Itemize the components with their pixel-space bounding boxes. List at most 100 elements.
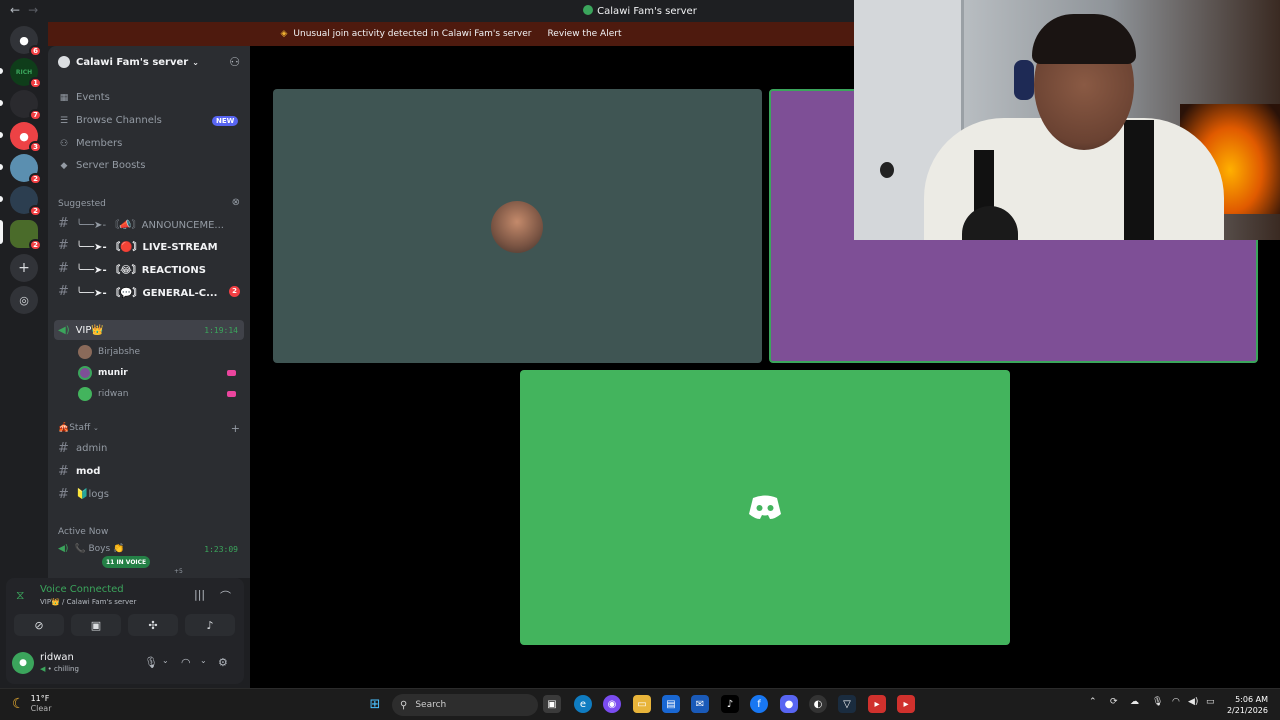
search-icon: ⚲ bbox=[400, 699, 408, 711]
channel-live-stream[interactable]: # ╰──➤‐ 〘🔴〙LIVE-STREAM bbox=[58, 236, 244, 254]
signal-icon[interactable]: ⧖ bbox=[16, 588, 24, 603]
voice-connected-status[interactable]: Voice Connected bbox=[40, 584, 124, 595]
browse-icon: ☰ bbox=[59, 115, 69, 126]
wifi-icon[interactable]: ◠ bbox=[1172, 697, 1180, 707]
menu-events[interactable]: ▦ Events bbox=[58, 92, 110, 103]
windows-start-icon[interactable]: ⊞ bbox=[366, 695, 384, 713]
cloud-icon[interactable]: ☁ bbox=[1130, 697, 1139, 707]
channel-logs[interactable]: # 🔰logs bbox=[58, 485, 244, 503]
activities-icon: ✣ bbox=[148, 618, 158, 632]
headphones-icon[interactable]: ◠ bbox=[181, 656, 191, 669]
notification-badge: 6 bbox=[29, 45, 42, 57]
discord-taskbar-icon[interactable]: ● bbox=[780, 695, 798, 713]
discover-icon[interactable]: ◎ bbox=[10, 286, 38, 314]
settings-gear-icon[interactable]: ⚙ bbox=[218, 656, 228, 669]
voice-location[interactable]: VIP👑 / Calawi Fam's server bbox=[40, 598, 136, 606]
screen-share-icon: ▣ bbox=[90, 618, 102, 632]
disconnect-icon[interactable]: ⌒ bbox=[220, 588, 231, 604]
server-icon bbox=[583, 5, 594, 15]
shield-app-icon[interactable]: ▽ bbox=[838, 695, 856, 713]
menu-members[interactable]: ⚇ Members bbox=[58, 138, 122, 149]
outlook-icon[interactable]: ✉ bbox=[691, 695, 709, 713]
category-staff[interactable]: 🎪Staff ⌄ bbox=[58, 423, 99, 433]
streaming-icon bbox=[227, 370, 236, 376]
store-icon[interactable]: ▤ bbox=[662, 695, 680, 713]
menu-browse-channels[interactable]: ☰ Browse Channels bbox=[58, 115, 162, 126]
chevron-down-icon[interactable]: ⌄ bbox=[200, 656, 207, 665]
chevron-down-icon: ⌄ bbox=[192, 57, 199, 67]
unread-pill bbox=[0, 132, 3, 138]
system-clock[interactable]: 5:06 AM 2/21/2026 bbox=[1227, 694, 1268, 716]
calendar-icon: ▦ bbox=[59, 92, 69, 103]
server-icon-calawi[interactable]: 2 bbox=[10, 220, 42, 251]
server-icon-3[interactable]: ● 3 bbox=[10, 122, 42, 153]
user-name[interactable]: ridwan bbox=[40, 652, 74, 663]
server-icon-2[interactable]: 7 bbox=[10, 90, 42, 121]
channel-general-chat[interactable]: # ╰──➤‐ 〘💬〙GENERAL-C... 2 bbox=[58, 282, 244, 300]
volume-icon[interactable]: ◀) bbox=[1188, 697, 1198, 707]
file-explorer-icon[interactable]: ▭ bbox=[633, 695, 651, 713]
notification-badge: 2 bbox=[29, 173, 42, 185]
channel-mod[interactable]: # mod bbox=[58, 462, 244, 480]
search-box[interactable]: ⚲ Search bbox=[392, 694, 538, 716]
review-alert-button[interactable]: Review the Alert bbox=[547, 29, 621, 39]
noise-suppression-icon[interactable]: ||| bbox=[194, 588, 205, 601]
microphone-icon[interactable]: 🎙 bbox=[144, 656, 158, 669]
user-status[interactable]: ◀ • chilling bbox=[40, 665, 79, 673]
home-button[interactable]: ● 6 bbox=[10, 26, 42, 57]
screen-share-button[interactable]: ▣ bbox=[71, 614, 121, 636]
mention-count: 2 bbox=[229, 285, 240, 297]
microphone-icon[interactable]: 🎙 bbox=[1152, 697, 1163, 707]
close-icon[interactable]: ⊗ bbox=[232, 197, 240, 208]
app-red-icon[interactable]: ▸ bbox=[897, 695, 915, 713]
participant-tile[interactable] bbox=[273, 89, 762, 363]
speaker-icon: ◀ bbox=[40, 665, 46, 673]
invite-people-icon[interactable]: ⚇ bbox=[229, 55, 240, 69]
boost-icon: ◆ bbox=[60, 160, 68, 171]
participant-tile[interactable] bbox=[520, 370, 1010, 645]
discord-logo-icon: ● bbox=[19, 33, 29, 47]
server-header[interactable]: Calawi Fam's server ⌄ ⚇ bbox=[48, 46, 250, 78]
person-vest bbox=[1124, 120, 1154, 240]
active-voice-channel[interactable]: ◀) 📞 Boys 👏 1:23:09 bbox=[58, 544, 244, 554]
voice-timer: 1:19:14 bbox=[204, 325, 238, 335]
members-icon: ⚇ bbox=[59, 138, 69, 149]
server-icon-5[interactable]: 2 bbox=[10, 186, 42, 217]
task-view-icon[interactable]: ▣ bbox=[543, 695, 561, 713]
avatar bbox=[78, 366, 92, 380]
hash-icon: # bbox=[58, 283, 69, 299]
suggested-label: Suggested bbox=[58, 199, 106, 209]
menu-server-boosts[interactable]: ◆ Server Boosts bbox=[58, 160, 146, 171]
user-avatar[interactable]: ● bbox=[12, 652, 34, 674]
person-hair bbox=[1032, 14, 1136, 64]
hash-icon: # bbox=[58, 463, 69, 479]
weather-widget[interactable]: ☾ 11°F Clear bbox=[12, 694, 51, 713]
copilot-icon[interactable]: ◉ bbox=[603, 695, 621, 713]
tiktok-icon[interactable]: ♪ bbox=[721, 695, 739, 713]
camera-button[interactable]: ⊘ bbox=[14, 614, 64, 636]
app-icon[interactable]: ◐ bbox=[809, 695, 827, 713]
server-icon-4[interactable]: 2 bbox=[10, 154, 42, 185]
sync-icon[interactable]: ⟳ bbox=[1110, 697, 1118, 707]
channel-reactions[interactable]: # ╰──➤‐ 〘😂〙REACTIONS bbox=[58, 259, 244, 277]
voice-user[interactable]: Birjabshe bbox=[78, 343, 238, 361]
voice-user[interactable]: munir bbox=[78, 364, 238, 382]
chevron-up-icon[interactable]: ⌃ bbox=[1089, 697, 1097, 707]
shield-icon: ◈ bbox=[280, 29, 288, 39]
participant-avatar bbox=[491, 201, 543, 253]
app-red-icon[interactable]: ▸ bbox=[868, 695, 886, 713]
facebook-icon[interactable]: f bbox=[750, 695, 768, 713]
new-badge: NEW bbox=[212, 116, 239, 126]
add-server-icon[interactable]: + bbox=[10, 254, 38, 282]
chevron-down-icon[interactable]: ⌄ bbox=[162, 656, 169, 665]
add-channel-icon[interactable]: + bbox=[231, 422, 240, 435]
channel-announcements[interactable]: # ╰──➤‐ 〘📣〙ANNOUNCEME... bbox=[58, 214, 244, 232]
edge-icon[interactable]: e bbox=[574, 695, 592, 713]
activities-button[interactable]: ✣ bbox=[128, 614, 178, 636]
channel-admin[interactable]: # admin bbox=[58, 439, 244, 457]
server-icon-1[interactable]: RICH 1 bbox=[10, 58, 42, 89]
voice-channel-vip[interactable]: ◀) VIP👑 1:19:14 bbox=[54, 320, 244, 340]
soundboard-button[interactable]: ♪ bbox=[185, 614, 235, 636]
battery-icon[interactable]: ▭ bbox=[1206, 697, 1215, 707]
voice-user[interactable]: ridwan bbox=[78, 385, 238, 403]
